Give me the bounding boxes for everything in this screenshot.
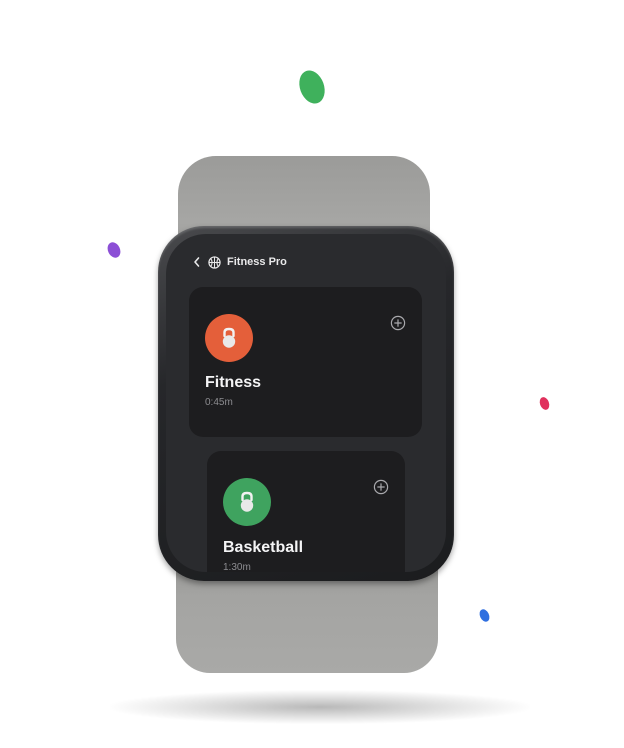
activity-duration: 0:45m <box>205 397 233 408</box>
kettlebell-icon <box>223 478 271 526</box>
chevron-left-icon[interactable] <box>192 255 202 269</box>
confetti-green <box>294 66 330 108</box>
plus-circle-icon[interactable] <box>390 315 406 331</box>
kettlebell-icon <box>205 314 253 362</box>
activity-title: Fitness <box>205 374 262 391</box>
activity-title: Basketball <box>223 539 304 556</box>
confetti-blue <box>477 607 492 624</box>
plus-circle-icon[interactable] <box>373 479 389 495</box>
confetti-purple <box>105 240 123 260</box>
app-title: Fitness Pro <box>227 256 287 268</box>
basketball-icon <box>208 255 221 269</box>
activity-card-basketball[interactable]: Basketball 1:30m <box>207 451 405 572</box>
app-header: Fitness Pro <box>192 254 287 270</box>
activity-duration: 1:30m <box>223 562 251 572</box>
watch-shadow <box>110 690 530 724</box>
watch-screen: Fitness Pro Fitness 0:45m Basketball 1:3… <box>166 234 446 572</box>
confetti-pink <box>538 395 551 412</box>
activity-card-fitness[interactable]: Fitness 0:45m <box>189 287 422 437</box>
